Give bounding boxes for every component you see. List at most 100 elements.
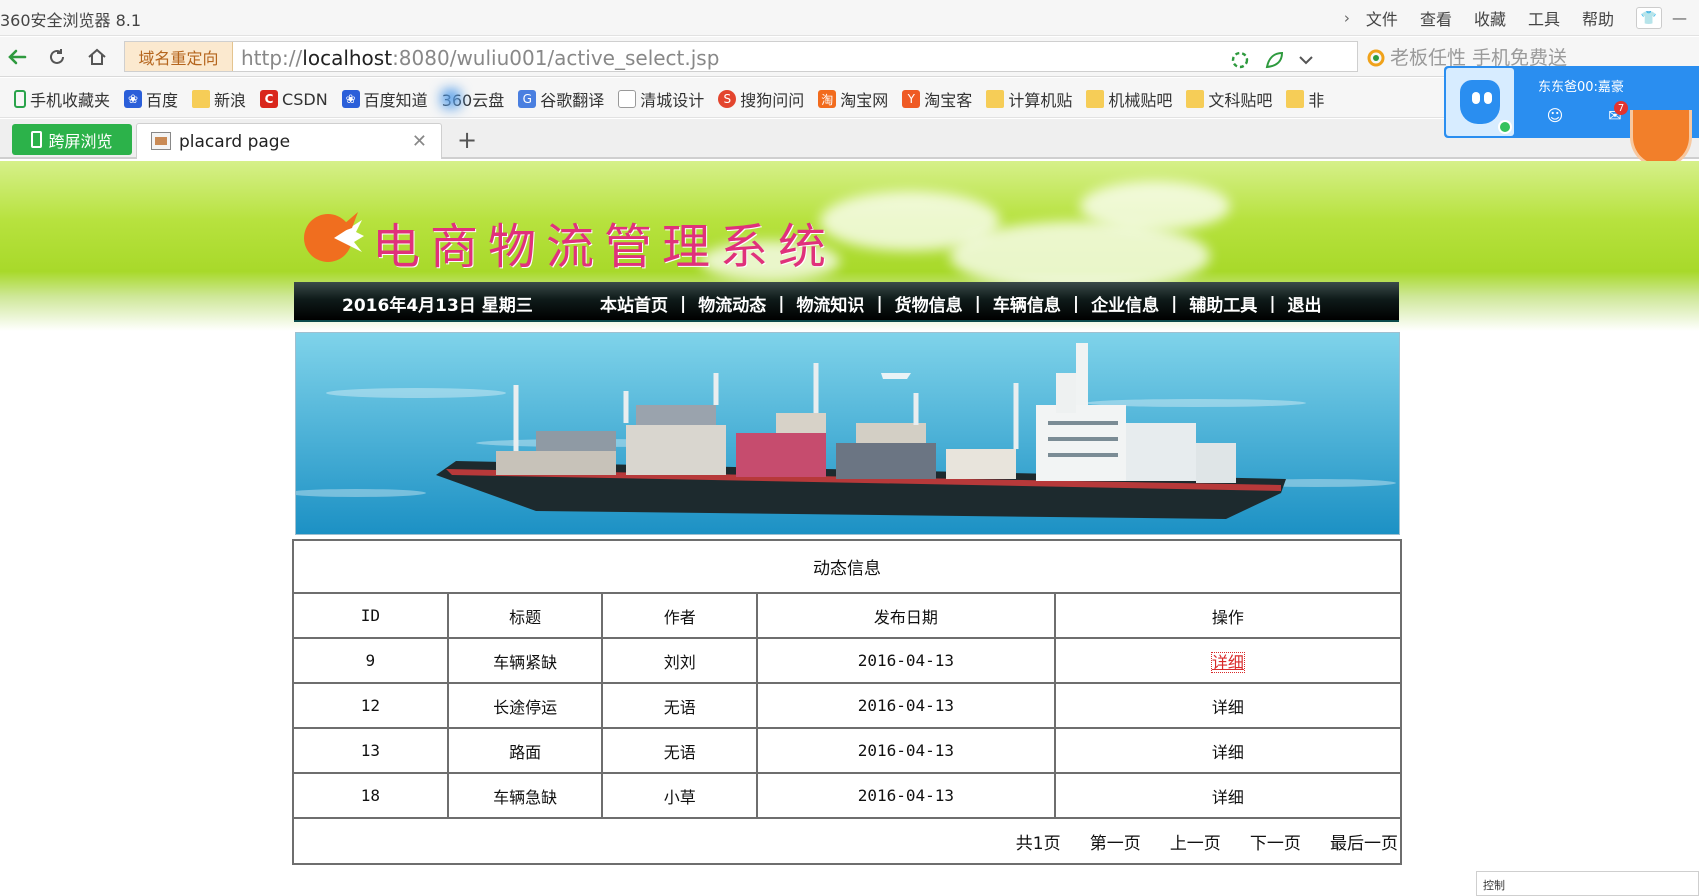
table-row: 12 长途停运 无语 2016-04-13 详细 bbox=[292, 682, 1403, 729]
cell-id: 12 bbox=[292, 682, 449, 729]
bookmark-item[interactable]: G 谷歌翻译 bbox=[518, 87, 604, 111]
column-header-author: 作者 bbox=[601, 592, 759, 639]
menu-tools[interactable]: 工具 bbox=[1528, 6, 1560, 30]
folder-icon bbox=[1286, 90, 1305, 108]
pager-row: 共1页 第一页 上一页 下一页 最后一页 bbox=[292, 817, 1402, 865]
back-button[interactable] bbox=[4, 44, 30, 70]
cell-title: 车辆紧缺 bbox=[446, 637, 604, 684]
detail-link[interactable]: 详细 bbox=[1210, 651, 1245, 673]
smile-icon[interactable]: ☺ bbox=[1544, 104, 1566, 126]
bookmark-item[interactable]: Y 淘宝客 bbox=[902, 87, 972, 111]
bookmark-item[interactable]: 手机收藏夹 bbox=[14, 87, 110, 111]
bookmark-item[interactable]: ❀ 百度 bbox=[124, 87, 178, 111]
bookmark-item[interactable]: ❀ 百度知道 bbox=[341, 87, 428, 111]
float-ball-icon[interactable] bbox=[1630, 110, 1692, 168]
url-field[interactable]: 域名重定向 http://localhost:8080/wuliu001/act… bbox=[124, 41, 1358, 72]
nav-vehicle-info[interactable]: 车辆信息 bbox=[993, 291, 1061, 316]
browser-menu: › 文件 查看 收藏 工具 帮助 👕 — bbox=[1344, 6, 1687, 30]
menu-help[interactable]: 帮助 bbox=[1582, 6, 1614, 30]
reload-button[interactable] bbox=[44, 44, 70, 70]
table-row: 18 车辆急缺 小草 2016-04-13 详细 bbox=[292, 772, 1403, 819]
redirect-badge[interactable]: 域名重定向 bbox=[125, 42, 233, 71]
tab-placard-page[interactable]: placard page ✕ bbox=[136, 123, 442, 159]
search-engine-icon[interactable] bbox=[1366, 48, 1388, 70]
menu-view[interactable]: 查看 bbox=[1420, 6, 1452, 30]
home-button[interactable] bbox=[84, 44, 110, 70]
popup-username: 东东爸00:嘉豪 bbox=[1538, 80, 1624, 95]
bookmark-item[interactable]: 计算机贴 bbox=[986, 87, 1072, 111]
nav-logistics-knowledge[interactable]: 物流知识 bbox=[796, 291, 864, 316]
nav-logistics-news[interactable]: 物流动态 bbox=[698, 291, 766, 316]
nav-tools[interactable]: 辅助工具 bbox=[1189, 291, 1257, 316]
detail-link[interactable]: 详细 bbox=[1212, 788, 1244, 807]
sogou-icon: S bbox=[718, 90, 737, 108]
csdn-icon: C bbox=[260, 90, 279, 108]
taobaoke-icon: Y bbox=[902, 90, 921, 108]
bookmark-item[interactable]: S 搜狗问问 bbox=[718, 87, 804, 111]
arrow-left-icon bbox=[8, 49, 27, 65]
bookmark-item[interactable]: 淘淘宝网 bbox=[818, 87, 888, 111]
folder-icon bbox=[192, 90, 211, 108]
cell-author: 无语 bbox=[601, 727, 759, 774]
page-count: 共1页 bbox=[1015, 833, 1061, 854]
cell-date: 2016-04-13 bbox=[756, 637, 1056, 684]
bookmarks-list: 手机收藏夹 ❀ 百度 新浪 C CSDN ❀ 百度知道 ☁ 360云盘 G 谷歌翻译 清城… bbox=[14, 87, 1338, 111]
bookmark-item[interactable]: 非 bbox=[1286, 87, 1324, 111]
nav-company-info[interactable]: 企业信息 bbox=[1091, 291, 1159, 316]
table-caption-row: 动态信息 bbox=[292, 539, 1402, 594]
skin-icon[interactable]: 👕 bbox=[1636, 7, 1662, 29]
cell-author: 无语 bbox=[601, 682, 759, 729]
chevron-right-icon[interactable]: › bbox=[1344, 9, 1350, 27]
cell-date: 2016-04-13 bbox=[756, 682, 1056, 729]
minimize-icon[interactable]: — bbox=[1672, 9, 1687, 27]
bookmark-item[interactable]: C CSDN bbox=[260, 90, 328, 109]
menu-file[interactable]: 文件 bbox=[1366, 6, 1398, 30]
column-header-id: ID bbox=[292, 592, 449, 639]
cell-action: 详细 bbox=[1053, 772, 1403, 819]
reload-icon bbox=[50, 49, 64, 64]
detail-link[interactable]: 详细 bbox=[1212, 743, 1244, 762]
chevron-down-icon[interactable] bbox=[1297, 49, 1315, 71]
browser-titlebar: 360安全浏览器 8.1 › 文件 查看 收藏 工具 帮助 👕 — bbox=[0, 0, 1699, 36]
browser-title: 360安全浏览器 8.1 bbox=[0, 11, 142, 30]
cross-screen-button[interactable]: 跨屏浏览 bbox=[12, 124, 132, 155]
site-title: 电商物流管理系统 bbox=[372, 219, 837, 275]
nav-links: 本站首页 | 物流动态 | 物流知识 | 货物信息 | 车辆信息 | 企业信息 | 辅助工具… bbox=[600, 291, 1322, 317]
url-text[interactable]: http://localhost:8080/wuliu001/active_se… bbox=[241, 46, 719, 70]
close-icon[interactable]: ✕ bbox=[412, 131, 427, 152]
cell-title: 长途停运 bbox=[446, 682, 604, 729]
next-page-link[interactable]: 下一页 bbox=[1250, 834, 1301, 854]
cell-date: 2016-04-13 bbox=[756, 727, 1056, 774]
site-navbar: 2016年4月13日 星期三 本站首页 | 物流动态 | 物流知识 | 货物信息 | 车… bbox=[294, 282, 1399, 322]
speed-icon[interactable] bbox=[1229, 49, 1251, 71]
column-header-date: 发布日期 bbox=[756, 592, 1056, 639]
bookmark-item[interactable]: 文科贴吧 bbox=[1186, 87, 1272, 111]
avatar[interactable] bbox=[1446, 68, 1514, 136]
cell-id: 13 bbox=[292, 727, 449, 774]
prev-page-link[interactable]: 上一页 bbox=[1170, 834, 1221, 854]
cloud-icon: ☁ bbox=[441, 90, 460, 108]
nav-logout[interactable]: 退出 bbox=[1288, 291, 1322, 316]
bookmark-item[interactable]: 新浪 bbox=[192, 87, 246, 111]
bookmark-item[interactable]: 清城设计 bbox=[618, 87, 704, 111]
leaf-icon[interactable] bbox=[1263, 49, 1285, 71]
last-page-link[interactable]: 最后一页 bbox=[1330, 834, 1398, 854]
cell-author: 小草 bbox=[601, 772, 759, 819]
bookmark-item[interactable]: 机械贴吧 bbox=[1086, 87, 1172, 111]
new-tab-button[interactable]: + bbox=[452, 125, 482, 155]
first-page-link[interactable]: 第一页 bbox=[1090, 834, 1141, 854]
tab-title: placard page bbox=[179, 132, 291, 152]
table-caption: 动态信息 bbox=[292, 539, 1402, 594]
dynamic-info-table: 动态信息 ID 标题 作者 发布日期 操作 9 车辆紧缺 刘刘 2016-04-… bbox=[292, 539, 1403, 865]
status-control-box[interactable]: 控制 bbox=[1476, 871, 1699, 896]
bookmark-item[interactable]: ☁ 360云盘 bbox=[441, 87, 504, 111]
menu-favorites[interactable]: 收藏 bbox=[1474, 6, 1506, 30]
table-header-row: ID 标题 作者 发布日期 操作 bbox=[292, 592, 1403, 639]
site-logo-icon bbox=[304, 212, 364, 262]
nav-goods-info[interactable]: 货物信息 bbox=[895, 291, 963, 316]
detail-link[interactable]: 详细 bbox=[1212, 698, 1244, 717]
cell-action: 详细 bbox=[1053, 682, 1403, 729]
folder-icon bbox=[1086, 90, 1105, 108]
nav-home[interactable]: 本站首页 bbox=[600, 291, 668, 316]
current-date: 2016年4月13日 星期三 bbox=[342, 296, 533, 316]
